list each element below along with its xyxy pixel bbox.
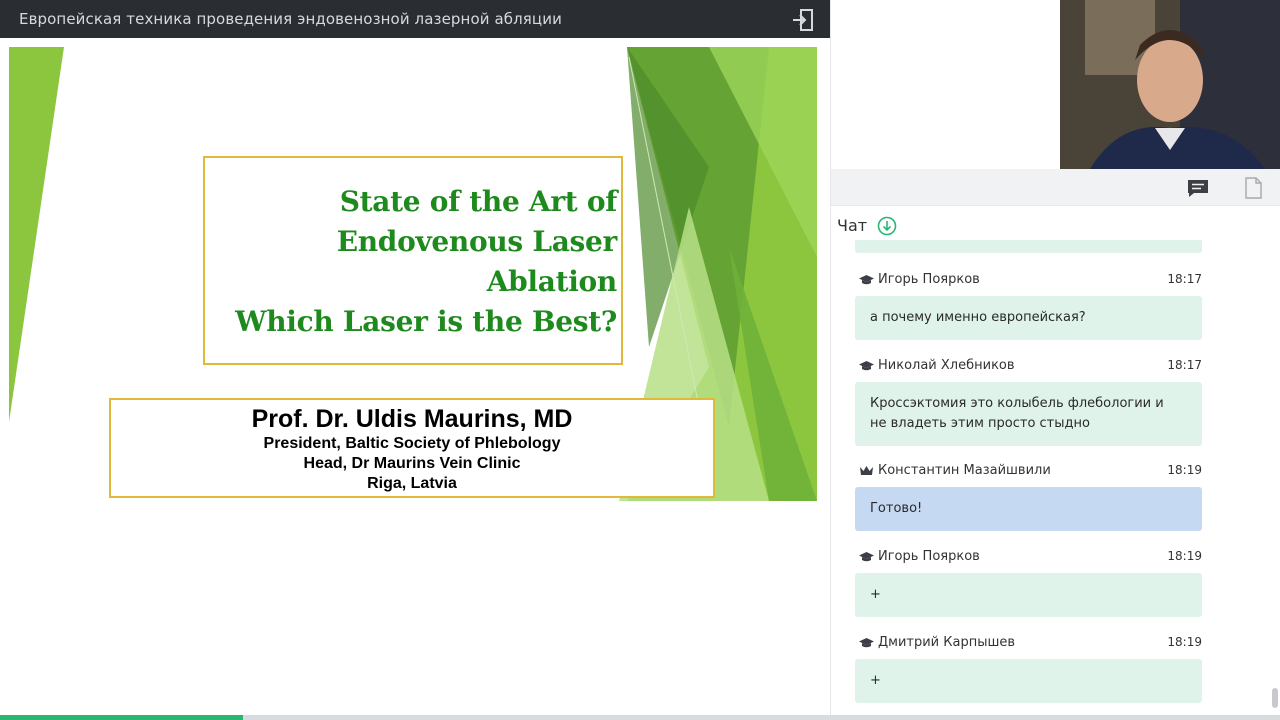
side-panel: Чат Игорь Поярков 18:17 а почему именно … [830,0,1280,720]
speaker-video [1060,0,1280,169]
message-text: не владеть этим просто стыдно [870,416,1090,431]
author-position-2: Head, Dr Maurins Vein Clinic [303,455,521,472]
chat-message: Константин Мазайшвили 18:19 Готово! [855,463,1202,531]
slide: State of the Art of Endovenous Laser Abl… [9,47,817,501]
slide-title-line-3: Ablation [486,265,618,298]
speaker-video-frame [1060,0,1280,169]
message-author[interactable]: Николай Хлебников [878,358,1015,373]
slide-author-box: Prof. Dr. Uldis Maurins, MD President, B… [109,398,715,498]
chat-title: Чат [837,216,868,235]
message-author[interactable]: Игорь Поярков [878,549,980,564]
message-time: 18:19 [1167,463,1202,477]
message-text: + [870,673,881,688]
message-text: Готово! [870,501,923,516]
message-text: а почему именно европейская? [870,310,1086,325]
panel-tabs [831,169,1280,206]
message-bubble: + [855,659,1202,703]
message-time: 18:17 [1167,358,1202,372]
message-time: 18:17 [1167,272,1202,286]
webinar-title: Европейская техника проведения эндовеноз… [19,10,562,28]
chat-header: Чат [837,215,897,237]
message-text: + [870,587,881,602]
message-bubble: + [855,573,1202,617]
presentation-header: Европейская техника проведения эндовеноз… [0,0,830,38]
author-name: Prof. Dr. Uldis Maurins, MD [251,405,573,433]
exit-icon[interactable] [790,7,816,33]
document-icon[interactable] [1244,177,1262,199]
chat-bubble-icon[interactable] [1186,178,1210,198]
playback-progress-bar[interactable] [0,715,1280,720]
playback-progress-fill [0,715,244,720]
slide-title-box: State of the Art of Endovenous Laser Abl… [203,156,623,365]
slide-title-line-2: Endovenous Laser [336,225,618,258]
chat-scrollbar[interactable] [1272,688,1278,708]
chat-message: Игорь Поярков 18:17 а почему именно евро… [855,272,1202,340]
message-time: 18:19 [1167,549,1202,563]
graduation-cap-icon [859,552,874,562]
author-position-1: President, Baltic Society of Phlebology [263,435,561,452]
author-location: Riga, Latvia [367,475,457,492]
slide-title-line-1: State of the Art of [339,185,618,218]
presentation-stage: State of the Art of Endovenous Laser Abl… [0,38,830,720]
webinar-app: Европейская техника проведения эндовеноз… [0,0,1280,720]
message-author[interactable]: Константин Мазайшвили [878,463,1051,478]
message-text: Кроссэктомия это колыбель флебологии и [870,396,1164,411]
chat-message: Дмитрий Карпышев 18:19 + [855,635,1202,703]
chat-message-list[interactable]: Игорь Поярков 18:17 а почему именно евро… [855,240,1203,715]
graduation-cap-icon [859,638,874,648]
message-bubble: а почему именно европейская? [855,296,1202,340]
message-author[interactable]: Игорь Поярков [878,272,980,287]
message-time: 18:19 [1167,635,1202,649]
message-bubble: Готово! [855,487,1202,531]
chat-message: Николай Хлебников 18:17 Кроссэктомия это… [855,358,1202,446]
graduation-cap-icon [859,361,874,371]
message-author[interactable]: Дмитрий Карпышев [878,635,1015,650]
chat-message: Игорь Поярков 18:19 + [855,549,1202,617]
crown-icon [860,466,873,475]
slide-title-line-4: Which Laser is the Best? [235,305,617,338]
arrow-down-circle-icon[interactable] [877,216,897,236]
message-bubble: Кроссэктомия это колыбель флебологии и н… [855,382,1202,446]
previous-message-bubble [855,240,1202,253]
graduation-cap-icon [859,275,874,285]
